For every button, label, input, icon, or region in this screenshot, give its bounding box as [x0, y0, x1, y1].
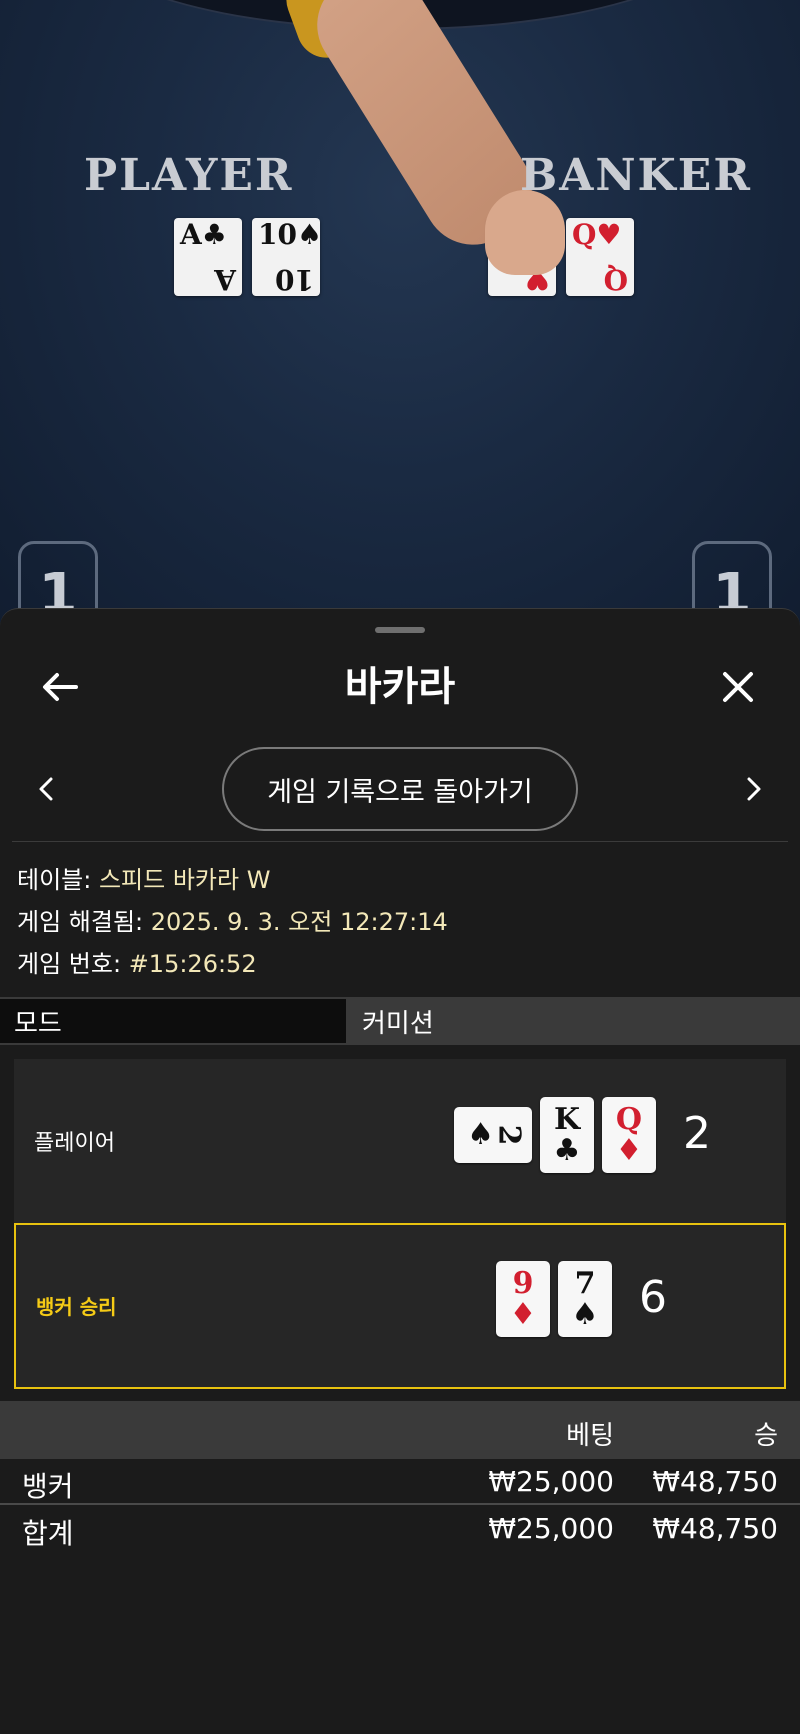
table-label-banker: BANKER [520, 150, 752, 201]
bet-row: 뱅커 ₩25,000 ₩48,750 [0, 1461, 800, 1505]
table-card-banker-2: Q♥ Q [566, 218, 634, 296]
table-card-player-2: 10♠ 10 [252, 218, 322, 296]
tab-mode[interactable]: 모드 [0, 999, 348, 1043]
divider [0, 1503, 800, 1505]
mode-tabs: 모드 커미션 [0, 997, 800, 1045]
total-win: ₩48,750 [652, 1512, 778, 1545]
live-video-feed: PLAYER BANKER A♣ A 10♠ 10 A ♥ Q♥ Q 1 1 [0, 0, 800, 640]
banker-hand-row: 뱅커 승리 9 ♦ 7 ♠ 6 [14, 1223, 786, 1389]
page-title: 바카라 [344, 664, 456, 710]
column-header-bet: 베팅 [566, 1421, 614, 1451]
total-stake: ₩25,000 [488, 1512, 614, 1545]
game-navigation: 게임 기록으로 돌아가기 [0, 747, 800, 831]
divider [12, 841, 788, 842]
banker-win-label: 뱅커 승리 [36, 1295, 117, 1319]
table-label-player: PLAYER [84, 150, 294, 201]
bets-table-header: 베팅 승 [0, 1401, 800, 1459]
bet-name: 뱅커 [22, 1470, 74, 1503]
player-card-1: ♠ 2 [454, 1107, 532, 1163]
column-header-win: 승 [754, 1421, 778, 1451]
table-card-player-1: A♣ A [174, 218, 242, 296]
player-card-3: Q ♦ [602, 1097, 656, 1173]
dealer-hand [485, 190, 565, 275]
banker-card-2: 7 ♠ [558, 1261, 612, 1337]
game-info: 테이블: 스피드 바카라 W 게임 해결됨: 2025. 9. 3. 오전 12… [17, 859, 787, 985]
player-score: 2 [683, 1108, 711, 1159]
info-game-number: 게임 번호: #15:26:52 [17, 950, 257, 978]
next-game-chevron-icon[interactable] [736, 769, 772, 809]
back-to-history-button[interactable]: 게임 기록으로 돌아가기 [222, 747, 578, 831]
round-result: 플레이어 ♠ 2 K ♣ Q ♦ 2 뱅커 승리 9 ♦ 7 ♠ 6 [14, 1059, 786, 1389]
player-hand-row: 플레이어 ♠ 2 K ♣ Q ♦ 2 [14, 1059, 786, 1221]
close-icon[interactable] [714, 663, 762, 711]
total-label: 합계 [22, 1517, 74, 1550]
player-hand-label: 플레이어 [34, 1131, 115, 1156]
banker-score: 6 [639, 1272, 667, 1323]
tab-commission[interactable]: 커미션 [348, 999, 800, 1043]
bet-stake: ₩25,000 [488, 1465, 614, 1498]
total-row: 합계 ₩25,000 ₩48,750 [0, 1508, 800, 1552]
info-table: 테이블: 스피드 바카라 W [17, 866, 271, 894]
game-detail-sheet: 바카라 게임 기록으로 돌아가기 테이블: 스피드 바카라 W 게임 해결됨: … [0, 608, 800, 1734]
info-resolved: 게임 해결됨: 2025. 9. 3. 오전 12:27:14 [17, 908, 448, 936]
bet-win: ₩48,750 [652, 1465, 778, 1498]
previous-game-chevron-icon[interactable] [28, 769, 64, 809]
sheet-header: 바카라 [0, 649, 800, 725]
banker-card-1: 9 ♦ [496, 1261, 550, 1337]
player-card-2: K ♣ [540, 1097, 594, 1173]
sheet-drag-handle[interactable] [375, 627, 425, 633]
